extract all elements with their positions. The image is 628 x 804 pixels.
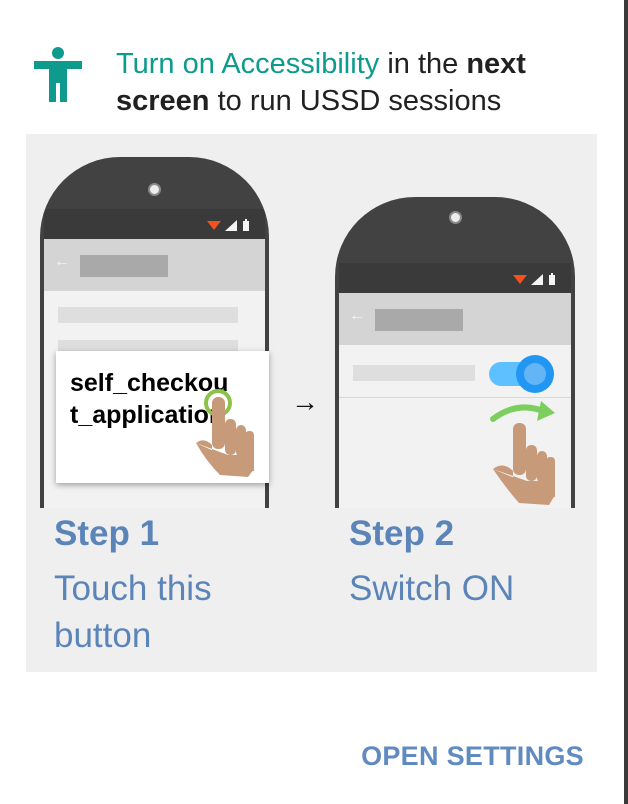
step2-description: Switch ON [349, 569, 515, 608]
window-edge [624, 0, 628, 804]
step2-title: Step 2 [349, 514, 455, 553]
status-bar [339, 263, 571, 293]
touch-hand-icon [196, 389, 254, 477]
status-icons [207, 219, 249, 231]
next-arrow-icon: → [291, 386, 319, 417]
app-bar: ← [339, 293, 571, 345]
app-bar: ← [44, 239, 265, 291]
list-placeholder [58, 307, 238, 323]
camera-dot [148, 183, 161, 196]
instruction-illustration: ← self_checkout_application → ← Step 1 T… [26, 134, 597, 672]
back-arrow-icon: ← [54, 253, 70, 270]
open-settings-button[interactable]: OPEN SETTINGS [340, 734, 584, 778]
status-icons [513, 273, 555, 285]
dialog-title: Turn on Accessibility in the next screen… [116, 48, 526, 117]
dialog-header: Turn on Accessibility in the next screen… [28, 42, 588, 122]
status-bar [44, 209, 265, 239]
divider [339, 397, 571, 398]
phone-step2: ← [335, 197, 575, 508]
phone-screen: ← [339, 263, 571, 508]
title-placeholder [375, 309, 463, 331]
step1-title: Step 1 [54, 514, 160, 553]
toggle-switch-on [489, 355, 554, 393]
accessibility-icon [34, 47, 82, 102]
swipe-hand-icon [490, 401, 555, 505]
back-arrow-icon: ← [349, 307, 365, 324]
step1-description: Touch this button [54, 569, 212, 655]
app-list-item: self_checkout_application [56, 351, 269, 483]
title-placeholder [80, 255, 168, 277]
setting-placeholder [353, 365, 475, 381]
camera-dot [449, 211, 462, 224]
